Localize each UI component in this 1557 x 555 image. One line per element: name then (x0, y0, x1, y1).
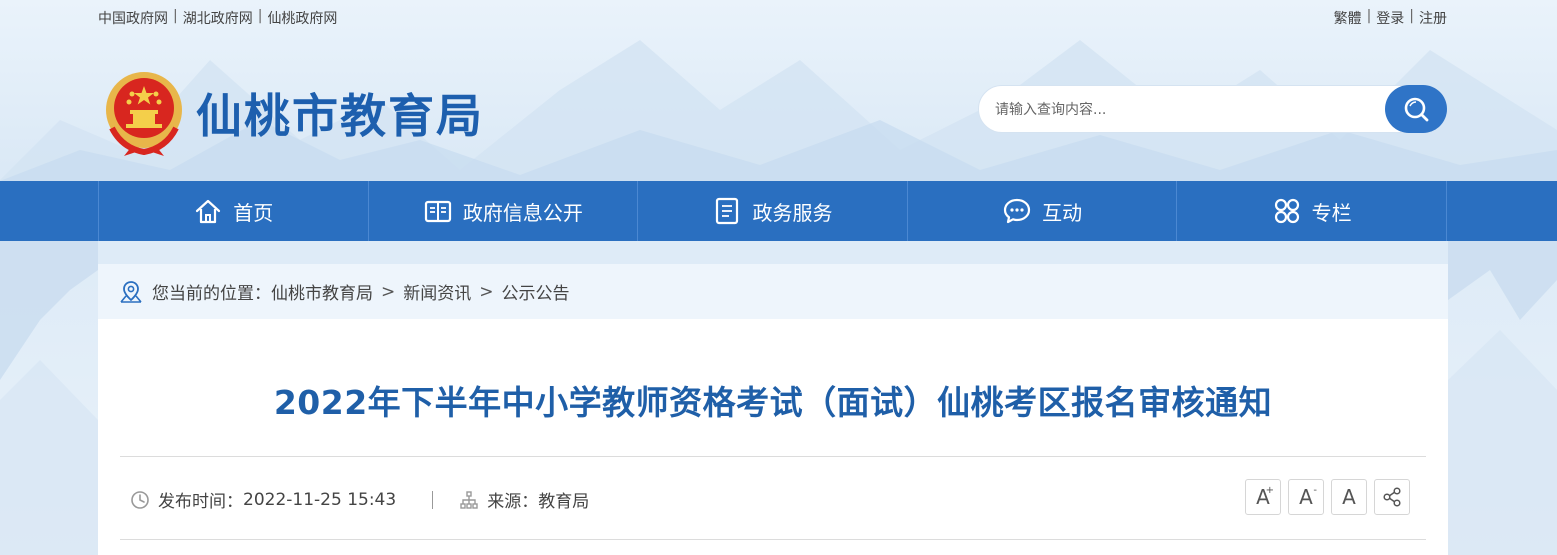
font-smaller-button[interactable]: A- (1288, 479, 1324, 515)
link-register[interactable]: 注册 (1419, 8, 1447, 28)
nav-label: 政务服务 (752, 200, 833, 225)
nav-label: 专栏 (1311, 200, 1352, 225)
nav-item-gov-services[interactable]: 政务服务 (637, 181, 907, 241)
nav-label: 首页 (233, 200, 274, 225)
breadcrumb-item-notices[interactable]: 公示公告 (502, 279, 570, 304)
nav-item-home[interactable]: 首页 (98, 181, 368, 241)
nav-item-interaction[interactable]: 互动 (906, 181, 1177, 241)
source-label: 来源： (487, 492, 539, 512)
site-title[interactable]: 仙桃市教育局 (196, 80, 484, 146)
font-larger-button[interactable]: A + (1245, 479, 1281, 515)
font-larger-mark: + (1265, 485, 1274, 496)
document-icon (716, 197, 739, 225)
search-input[interactable] (995, 98, 1375, 122)
share-icon (1383, 487, 1401, 507)
separator: | (1409, 8, 1414, 24)
top-links-left: 中国政府网 | 湖北政府网 | 仙桃政府网 (98, 8, 337, 28)
font-smaller-label: A (1299, 485, 1313, 509)
home-icon (196, 199, 221, 224)
link-xiantao-gov[interactable]: 仙桃政府网 (267, 8, 337, 28)
article-tools: A + A- A (1245, 479, 1410, 515)
content-panel: 您当前的位置： 仙桃市教育局 > 新闻资讯 > 公示公告 2022年下半年中小学… (98, 264, 1448, 555)
link-traditional-chinese[interactable]: 繁體 (1334, 8, 1362, 28)
font-smaller-mark: - (1313, 485, 1317, 496)
search-box (978, 85, 1447, 133)
national-emblem-icon (106, 72, 182, 156)
source-value: 教育局 (538, 492, 590, 512)
link-china-gov[interactable]: 中国政府网 (98, 8, 168, 28)
search-button[interactable] (1385, 85, 1447, 133)
nav-item-column[interactable]: 专栏 (1176, 181, 1447, 241)
link-login[interactable]: 登录 (1376, 8, 1404, 28)
breadcrumb: 您当前的位置： 仙桃市教育局 > 新闻资讯 > 公示公告 (98, 264, 1448, 319)
main-nav: 首页 政府信息公开 政务服务 互动 专栏 (0, 181, 1557, 241)
font-default-label: A (1342, 485, 1356, 509)
breadcrumb-prefix: 您当前的位置： (152, 284, 271, 304)
top-links-right: 繁體 | 登录 | 注册 (1334, 8, 1447, 28)
divider (120, 539, 1426, 540)
nav-label: 政府信息公开 (462, 200, 583, 225)
separator: | (173, 8, 178, 24)
nav-item-gov-info[interactable]: 政府信息公开 (367, 181, 638, 241)
book-icon (424, 200, 451, 223)
grid-icon (1274, 198, 1299, 224)
location-pin-icon (120, 280, 142, 303)
breadcrumb-item-news[interactable]: 新闻资讯 (403, 279, 471, 304)
breadcrumb-separator: > (479, 281, 494, 302)
publish-label: 发布时间： (158, 492, 243, 512)
separator: | (257, 8, 263, 24)
chat-icon (1003, 198, 1031, 224)
breadcrumb-separator: > (381, 281, 396, 302)
divider (120, 456, 1426, 457)
meta-divider (432, 490, 434, 509)
article-title: 2022年下半年中小学教师资格考试（面试）仙桃考区报名审核通知 (273, 383, 1273, 422)
font-default-button[interactable]: A (1331, 479, 1367, 515)
search-icon (1404, 97, 1429, 122)
separator: | (1366, 8, 1372, 24)
source-icon (460, 490, 478, 509)
clock-icon (131, 490, 149, 509)
nav-label: 互动 (1042, 200, 1083, 225)
share-button[interactable] (1374, 479, 1410, 515)
article-meta: 发布时间： 2022-11-25 15:43 来源： 教育局 (130, 487, 589, 512)
publish-time: 2022-11-25 15:43 (243, 489, 397, 510)
breadcrumb-item-home[interactable]: 仙桃市教育局 (271, 279, 373, 304)
link-hubei-gov[interactable]: 湖北政府网 (183, 8, 253, 28)
